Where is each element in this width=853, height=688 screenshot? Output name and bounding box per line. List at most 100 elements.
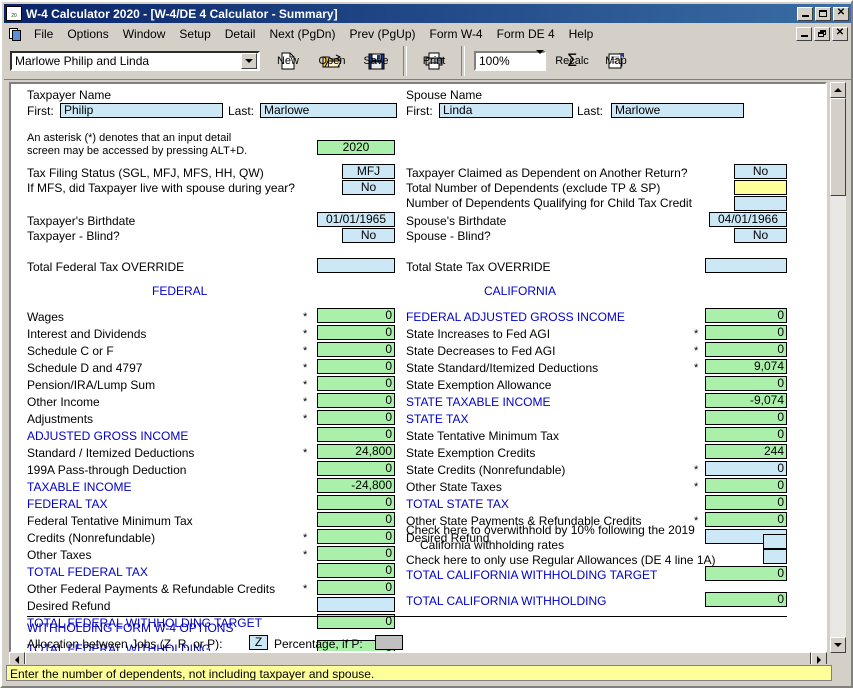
override-label-text: Total Federal Tax	[27, 260, 122, 274]
menu-item-form-w4[interactable]: Form W-4	[423, 25, 490, 43]
menu-item-prev[interactable]: Prev (PgUp)	[342, 25, 422, 43]
total-federal-tax-override-input[interactable]	[317, 258, 395, 273]
federal-row-label: Credits (Nonrefundable)	[27, 531, 156, 545]
taxpayer-first-input[interactable]: Philip	[60, 103, 223, 118]
mdi-minimize-button[interactable]	[796, 26, 812, 41]
federal-row-value[interactable]: 0	[317, 512, 395, 527]
new-button[interactable]: New	[266, 44, 310, 78]
federal-row-value[interactable]: 0	[317, 393, 395, 408]
total-federal-tax-override-label: Total Federal Tax OVERRIDE	[27, 260, 184, 274]
vertical-scrollbar[interactable]	[830, 82, 846, 653]
federal-row-value[interactable]: 0	[317, 427, 395, 442]
federal-row-value[interactable]: 0	[317, 342, 395, 357]
chevron-down-icon[interactable]	[241, 53, 257, 69]
zoom-chevron-down-icon[interactable]	[536, 50, 544, 68]
regular-allowances-checkbox-input[interactable]	[763, 549, 787, 564]
taxpayer-birthdate-label: Taxpayer's Birthdate	[27, 214, 136, 228]
state-row-value[interactable]: -9,074	[705, 393, 787, 408]
state-override-label-emphasis: OVERRIDE	[487, 260, 551, 274]
total-state-tax-override-input[interactable]	[705, 258, 787, 273]
save-button[interactable]: Save	[354, 44, 398, 78]
total-dependents-input[interactable]	[734, 180, 787, 195]
ca-withholding-total-value[interactable]: 0	[705, 592, 787, 607]
menu-item-next[interactable]: Next (PgDn)	[262, 25, 342, 43]
claimed-as-dependent-input[interactable]: No	[734, 164, 787, 179]
state-row-value[interactable]: 0	[705, 376, 787, 391]
state-row-label: FEDERAL ADJUSTED GROSS INCOME	[406, 310, 625, 324]
federal-row-value[interactable]: 0	[317, 359, 395, 374]
federal-row-value[interactable]: 0	[317, 308, 395, 323]
menu-item-window[interactable]: Window	[116, 25, 173, 43]
detail-asterisk-icon: *	[694, 328, 699, 340]
mdi-restore-button[interactable]	[814, 26, 830, 41]
federal-row-value[interactable]: 24,800	[317, 444, 395, 459]
state-row-value[interactable]: 0	[705, 478, 787, 493]
federal-row-label: FEDERAL TAX	[27, 497, 108, 511]
menu-item-options[interactable]: Options	[60, 25, 115, 43]
maximize-button[interactable]	[815, 6, 831, 21]
state-row-value[interactable]: 0	[705, 512, 787, 527]
taxpayer-last-input[interactable]: Marlowe	[260, 103, 397, 118]
print-button[interactable]: Print	[412, 44, 456, 78]
zoom-select[interactable]: 100%	[474, 50, 546, 71]
spouse-last-input[interactable]: Marlowe	[611, 103, 744, 118]
minimize-button[interactable]	[797, 6, 813, 21]
taxpayer-birthdate-input[interactable]: 01/01/1965	[317, 212, 395, 227]
overwithhold-checkbox-input[interactable]	[763, 534, 787, 549]
detail-asterisk-icon: *	[694, 481, 699, 493]
spouse-first-input[interactable]: Linda	[439, 103, 573, 118]
vertical-scroll-thumb[interactable]	[830, 98, 846, 196]
federal-row-value[interactable]: 0	[317, 325, 395, 340]
allocation-between-jobs-input[interactable]: Z	[249, 635, 268, 650]
ca-withholding-target-value[interactable]: 0	[705, 566, 787, 581]
state-row-label: State Exemption Credits	[406, 446, 536, 460]
menu-item-help[interactable]: Help	[562, 25, 601, 43]
federal-row-value[interactable]: 0	[317, 546, 395, 561]
federal-row-value[interactable]: -24,800	[317, 478, 395, 493]
menu-item-setup[interactable]: Setup	[172, 25, 217, 43]
close-button[interactable]: ✕	[833, 6, 849, 21]
open-button[interactable]: Open	[310, 44, 354, 78]
federal-row-value[interactable]: 0	[317, 580, 395, 595]
ctc-dependents-input[interactable]	[734, 196, 787, 211]
federal-row-value[interactable]: 0	[317, 461, 395, 476]
map-button[interactable]: Map	[594, 44, 638, 78]
state-row-value[interactable]: 0	[705, 410, 787, 425]
taxpayer-blind-input[interactable]: No	[342, 228, 395, 243]
state-row-value[interactable]: 0	[705, 342, 787, 357]
state-row-label: STATE TAX	[406, 412, 469, 426]
state-row-value[interactable]: 0	[705, 461, 787, 476]
client-select[interactable]: Marlowe Philip and Linda	[10, 51, 260, 71]
federal-row-value[interactable]: 0	[317, 376, 395, 391]
menu-item-form-de4[interactable]: Form DE 4	[490, 25, 562, 43]
recalc-button[interactable]: Σ Recalc	[550, 44, 594, 78]
document-icon[interactable]	[7, 27, 23, 41]
filing-status-input[interactable]: MFJ	[342, 164, 395, 179]
state-row-value[interactable]: 0	[705, 427, 787, 442]
tax-year-input[interactable]: 2020	[317, 140, 395, 155]
percentage-if-p-label: Percentage, if P:	[274, 637, 363, 651]
window-title: W-4 Calculator 2020 - [W-4/DE 4 Calculat…	[26, 6, 338, 21]
state-row-value[interactable]: 0	[705, 495, 787, 510]
scroll-down-button[interactable]	[830, 637, 846, 653]
spouse-blind-input[interactable]: No	[734, 228, 787, 243]
taxpayer-first-label: First:	[27, 104, 54, 118]
menu-item-detail[interactable]: Detail	[218, 25, 263, 43]
federal-row-value[interactable]: 0	[317, 495, 395, 510]
spouse-birthdate-input[interactable]: 04/01/1966	[709, 212, 787, 227]
federal-row-value[interactable]: 0	[317, 410, 395, 425]
federal-row-value[interactable]	[317, 597, 395, 612]
state-row-value[interactable]: 0	[705, 308, 787, 323]
state-row-value[interactable]: 9,074	[705, 359, 787, 374]
mdi-close-button[interactable]: ✕	[832, 26, 848, 41]
percentage-if-p-input[interactable]	[375, 635, 403, 650]
scroll-up-button[interactable]	[830, 82, 846, 98]
menu-item-file[interactable]: File	[27, 25, 60, 43]
state-override-label-text: Total State Tax	[406, 260, 488, 274]
federal-row-value[interactable]: 0	[317, 529, 395, 544]
detail-asterisk-icon: *	[303, 396, 308, 408]
state-row-value[interactable]: 244	[705, 444, 787, 459]
federal-row-value[interactable]: 0	[317, 563, 395, 578]
mfs-live-with-spouse-input[interactable]: No	[342, 180, 395, 195]
state-row-value[interactable]: 0	[705, 325, 787, 340]
